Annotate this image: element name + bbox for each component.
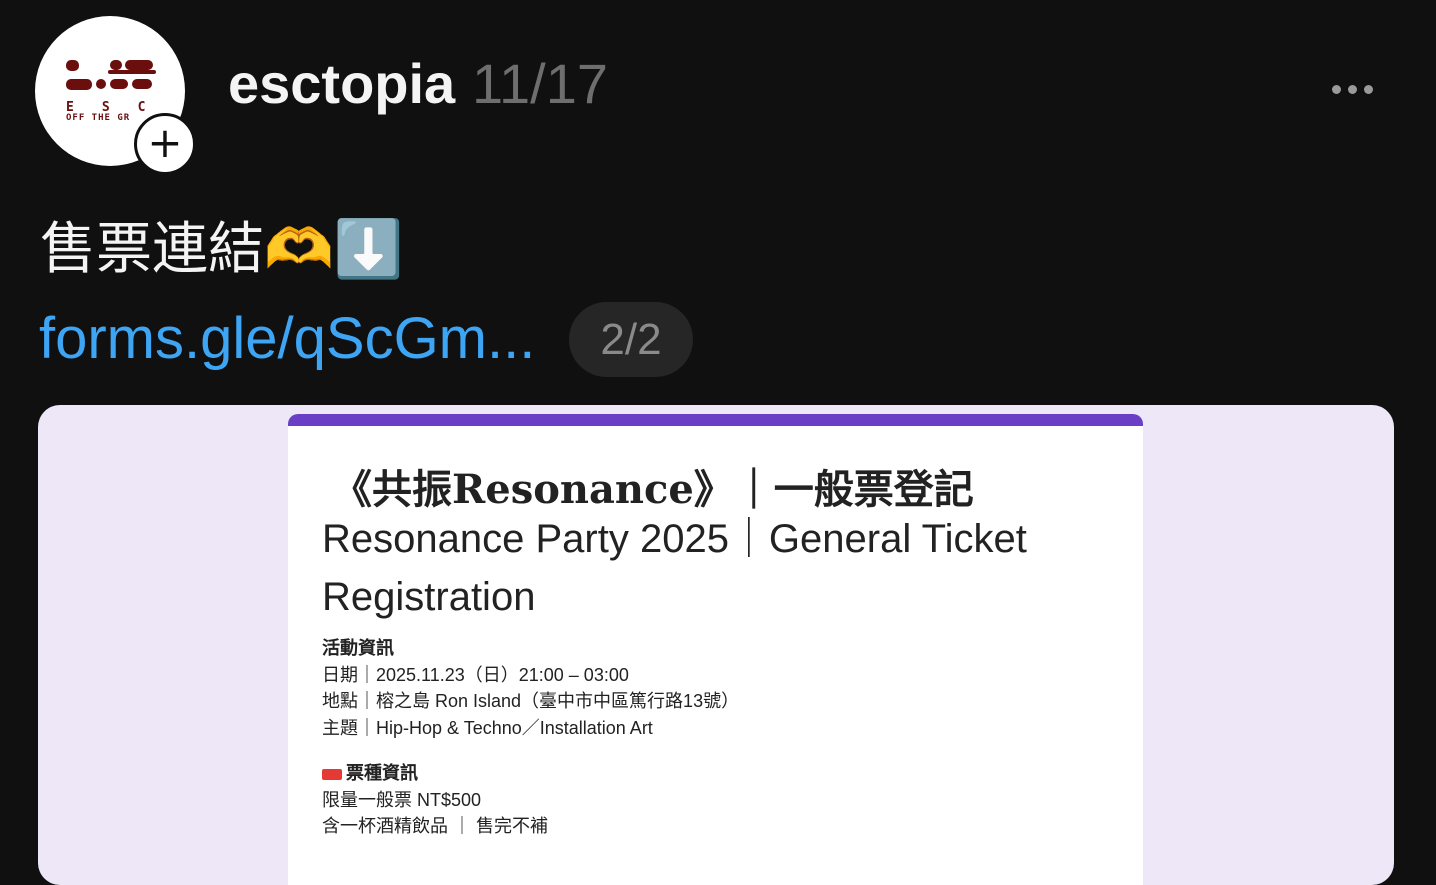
link-preview-card[interactable]: 《共振Resonance》｜一般票登記 Resonance Party 2025… — [38, 405, 1394, 885]
google-form-preview: 《共振Resonance》｜一般票登記 Resonance Party 2025… — [288, 414, 1143, 885]
form-accent-bar — [288, 414, 1143, 426]
plus-icon: + — [147, 117, 183, 167]
logo-subtitle: OFF THE GR — [66, 113, 131, 123]
more-horizontal-icon — [1331, 84, 1341, 94]
username[interactable]: esctopia — [228, 56, 455, 112]
event-venue: 地點｜榕之島 Ron Island（臺中市中區篤行路13號） — [322, 691, 740, 711]
ticket-price: 限量一般票 NT$500 — [322, 789, 482, 810]
more-horizontal-icon — [1363, 84, 1373, 94]
ticket-icon — [322, 768, 342, 780]
form-link[interactable]: forms.gle/qScGm... — [39, 310, 535, 368]
form-title-en: Resonance Party 2025｜General Ticket Regi… — [322, 517, 1027, 619]
post-date: 11/17 — [472, 52, 608, 115]
event-heading: 活動資訊 — [322, 638, 394, 658]
more-options-button[interactable] — [1318, 74, 1386, 104]
follow-button[interactable]: + — [134, 113, 196, 175]
ticket-info: 票種資訊 限量一般票 NT$500 含一杯酒精飲品 ｜ 售完不補 — [322, 760, 548, 840]
event-date: 日期｜2025.11.23（日）21:00 – 03:00 — [322, 664, 629, 685]
media-counter: 2/2 — [569, 302, 693, 377]
event-theme: 主題｜Hip-Hop & Techno／Installation Art — [322, 717, 653, 738]
form-title-zh: 《共振Resonance》｜一般票登記 — [332, 466, 974, 513]
post-text: 售票連結🫶⬇️ — [40, 217, 404, 282]
more-horizontal-icon — [1347, 84, 1357, 94]
ticket-note: 含一杯酒精飲品 ｜ 售完不補 — [322, 816, 549, 836]
ticket-heading: 票種資訊 — [346, 763, 418, 783]
event-info: 活動資訊 日期｜2025.11.23（日）21:00 – 03:00 地點｜榕之… — [322, 635, 739, 741]
